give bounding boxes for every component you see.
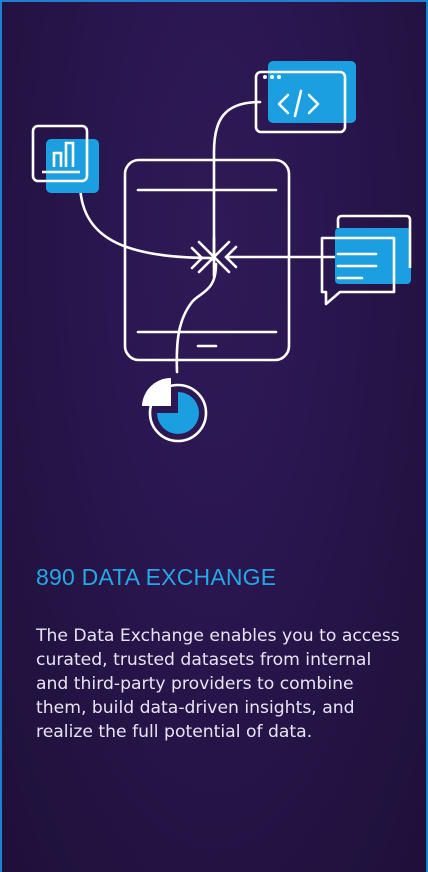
card-title: 890 DATA EXCHANGE <box>36 564 277 590</box>
data-exchange-card[interactable]: 890 DATA EXCHANGE The Data Exchange enab… <box>0 0 428 872</box>
chat-bubbles-icon <box>320 214 412 306</box>
card-description: The Data Exchange enables you to access … <box>36 626 400 742</box>
bar-chart-icon <box>31 124 99 193</box>
pie-chart-icon <box>142 378 208 443</box>
connector-line-bottom <box>175 262 218 374</box>
tablet-device-icon <box>123 158 291 362</box>
code-window-icon <box>254 61 356 134</box>
connector-line-left <box>78 180 214 260</box>
connector-line-top <box>212 100 262 260</box>
data-exchange-illustration <box>31 61 412 443</box>
